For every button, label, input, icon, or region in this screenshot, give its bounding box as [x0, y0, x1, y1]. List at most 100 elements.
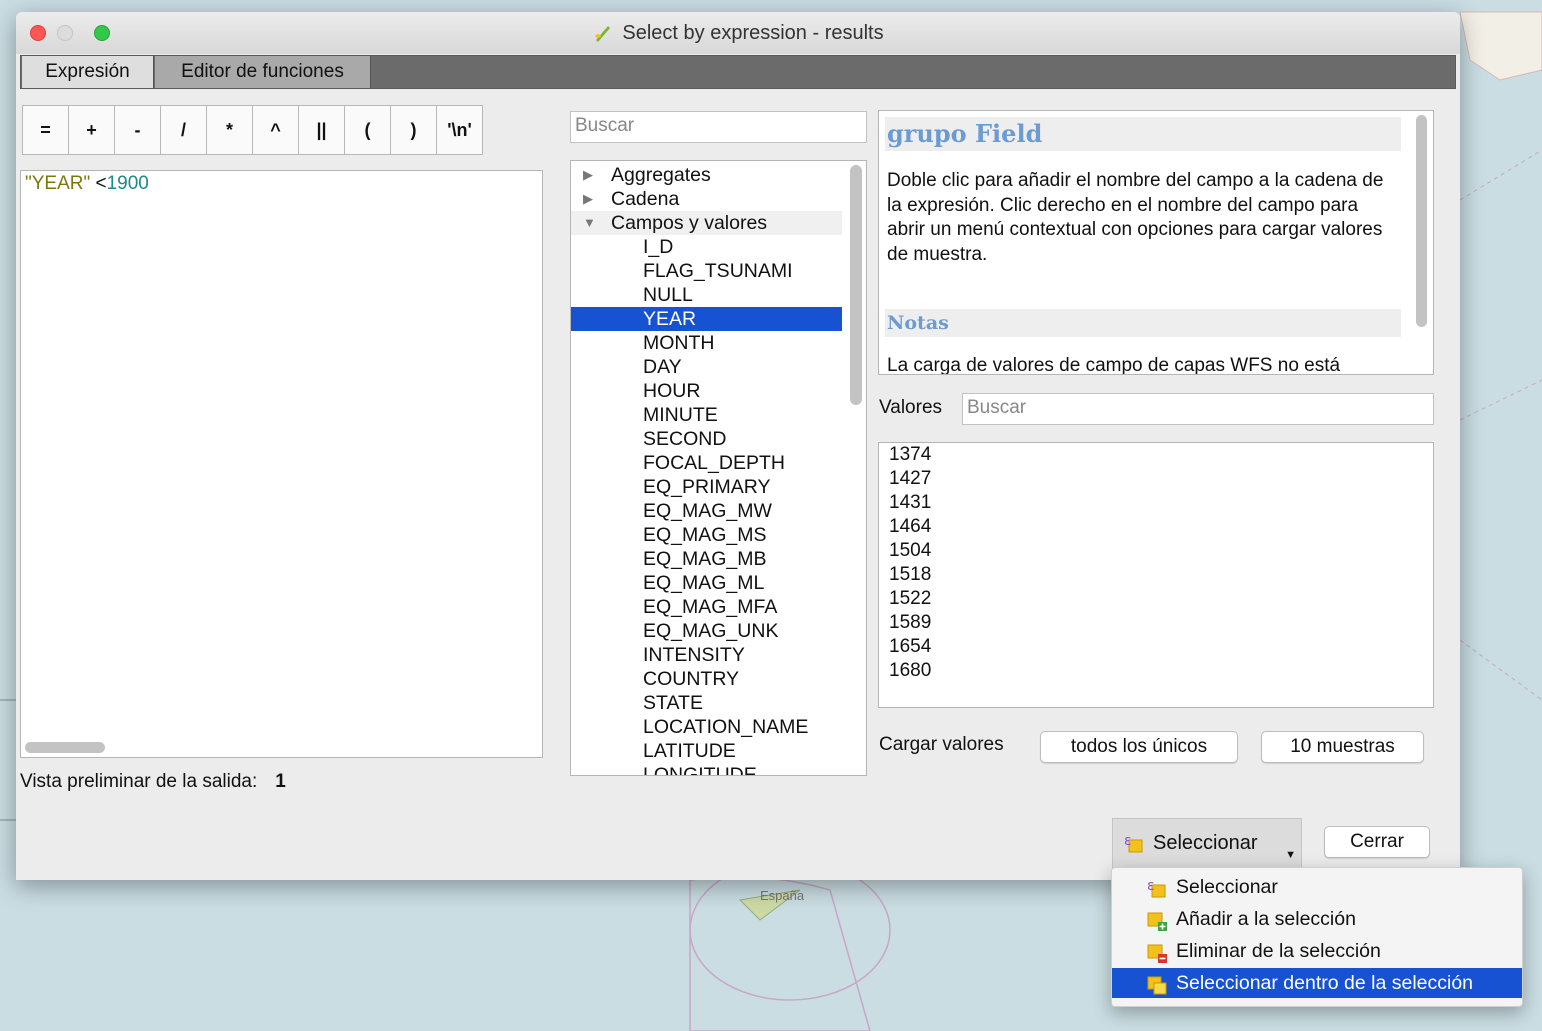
- menu-item-seleccionar[interactable]: ε Seleccionar: [1112, 872, 1522, 902]
- tree-field-item[interactable]: FLAG_TSUNAMI: [571, 259, 842, 283]
- expression-operator: <: [90, 173, 107, 194]
- operator-close-paren-button[interactable]: ): [390, 105, 437, 155]
- tree-field-item[interactable]: EQ_MAG_ML: [571, 571, 842, 595]
- collapsed-arrow-icon[interactable]: ▶: [583, 163, 593, 187]
- select-icon: ε: [1147, 878, 1166, 898]
- title-bar[interactable]: Select by expression - results: [16, 12, 1460, 54]
- add-to-selection-icon: [1147, 912, 1167, 931]
- operator-concat-button[interactable]: ||: [298, 105, 345, 155]
- expression-field: "YEAR": [25, 173, 91, 194]
- expression-text: "YEAR" <1900: [25, 173, 149, 195]
- tree-field-item[interactable]: I_D: [571, 235, 842, 259]
- tree-group-label: Campos y valores: [611, 212, 768, 234]
- help-vertical-scrollbar[interactable]: [1416, 115, 1427, 327]
- svg-text:ε: ε: [1147, 878, 1155, 894]
- help-text: Doble clic para añadir el nombre del cam…: [887, 170, 1384, 265]
- load-all-unique-button[interactable]: todos los únicos: [1040, 731, 1238, 763]
- preview-value: 1: [275, 771, 286, 792]
- tree-field-item[interactable]: LONGITUDE: [571, 763, 842, 775]
- tree-field-item[interactable]: FOCAL_DEPTH: [571, 451, 842, 475]
- operator-minus-button[interactable]: -: [114, 105, 161, 155]
- load-10-samples-button[interactable]: 10 muestras: [1261, 731, 1424, 763]
- remove-from-selection-icon: [1147, 944, 1167, 963]
- value-item[interactable]: 1654: [889, 635, 931, 659]
- select-dropdown-menu: ε Seleccionar Añadir a la selección Elim…: [1111, 867, 1523, 1007]
- help-notes-title: Notas: [885, 309, 1401, 337]
- tree-field-item[interactable]: STATE: [571, 691, 842, 715]
- map-label-espana: España: [760, 888, 805, 903]
- tree-field-item[interactable]: COUNTRY: [571, 667, 842, 691]
- tree-field-item[interactable]: DAY: [571, 355, 842, 379]
- value-item[interactable]: 1427: [889, 467, 931, 491]
- operator-toolbar: = + - / * ^ || ( ) '\n': [22, 105, 502, 155]
- dropdown-arrow-icon[interactable]: ▼: [1285, 849, 1296, 861]
- tree-field-item[interactable]: EQ_MAG_MS: [571, 523, 842, 547]
- value-item[interactable]: 1431: [889, 491, 931, 515]
- tree-field-item[interactable]: LATITUDE: [571, 739, 842, 763]
- tree-field-item[interactable]: MINUTE: [571, 403, 842, 427]
- intersect-selection-icon: [1147, 976, 1167, 995]
- preview-label: Vista preliminar de la salida:: [20, 771, 258, 792]
- tree-group-campos-y-valores[interactable]: ▼ Campos y valores: [571, 211, 842, 235]
- tree-field-item[interactable]: EQ_MAG_MB: [571, 547, 842, 571]
- select-dropdown-button[interactable]: ε Seleccionar ▼: [1112, 818, 1302, 868]
- help-title: grupo Field: [885, 117, 1401, 151]
- help-notes-text: La carga de valores de campo de capas WF…: [887, 355, 1341, 375]
- operator-divide-button[interactable]: /: [160, 105, 207, 155]
- operator-newline-button[interactable]: '\n': [436, 105, 483, 155]
- operator-plus-button[interactable]: +: [68, 105, 115, 155]
- tree-field-item[interactable]: EQ_MAG_MFA: [571, 595, 842, 619]
- value-item[interactable]: 1680: [889, 659, 931, 683]
- expression-number: 1900: [106, 173, 149, 194]
- values-list[interactable]: 1374 1427 1431 1464 1504 1518 1522 1589 …: [878, 442, 1434, 708]
- tab-expresion[interactable]: Expresión: [22, 56, 154, 88]
- value-item[interactable]: 1464: [889, 515, 931, 539]
- tree-field-item[interactable]: INTENSITY: [571, 643, 842, 667]
- window-title: Select by expression - results: [622, 21, 884, 44]
- menu-item-seleccionar-dentro[interactable]: Seleccionar dentro de la selección: [1112, 968, 1522, 998]
- menu-item-label: Seleccionar: [1176, 875, 1278, 898]
- editor-horizontal-scrollbar[interactable]: [25, 742, 105, 753]
- menu-item-anadir-seleccion[interactable]: Añadir a la selección: [1112, 904, 1522, 934]
- menu-item-eliminar-seleccion[interactable]: Eliminar de la selección: [1112, 936, 1522, 966]
- tree-field-item[interactable]: EQ_MAG_MW: [571, 499, 842, 523]
- tab-editor-de-funciones[interactable]: Editor de funciones: [155, 56, 371, 88]
- tree-group-label: Cadena: [611, 188, 680, 210]
- tab-bar: Expresión Editor de funciones: [20, 55, 1456, 89]
- select-by-expression-icon: ε: [1124, 833, 1143, 853]
- expanded-arrow-icon[interactable]: ▼: [583, 211, 596, 235]
- function-tree[interactable]: ▶ Aggregates ▶ Cadena ▼ Campos y valores…: [570, 160, 867, 776]
- tree-field-item[interactable]: MONTH: [571, 331, 842, 355]
- operator-equals-button[interactable]: =: [22, 105, 69, 155]
- close-button[interactable]: Cerrar: [1324, 826, 1430, 858]
- value-item[interactable]: 1374: [889, 443, 931, 467]
- operator-open-paren-button[interactable]: (: [344, 105, 391, 155]
- function-search-input[interactable]: Buscar: [570, 111, 867, 143]
- menu-item-label: Seleccionar dentro de la selección: [1176, 971, 1474, 994]
- tree-field-item-selected[interactable]: YEAR: [571, 307, 842, 331]
- tree-field-item[interactable]: HOUR: [571, 379, 842, 403]
- tree-field-item[interactable]: EQ_MAG_UNK: [571, 619, 842, 643]
- operator-power-button[interactable]: ^: [252, 105, 299, 155]
- tree-group-cadena[interactable]: ▶ Cadena: [571, 187, 842, 211]
- tree-field-item[interactable]: SECOND: [571, 427, 842, 451]
- select-by-expression-dialog: Select by expression - results Expresión…: [16, 12, 1460, 880]
- operator-multiply-button[interactable]: *: [206, 105, 253, 155]
- help-panel: grupo Field Doble clic para añadir el no…: [878, 110, 1434, 375]
- values-label: Valores: [879, 397, 943, 418]
- expression-editor[interactable]: "YEAR" <1900: [20, 170, 543, 758]
- value-item[interactable]: 1518: [889, 563, 931, 587]
- value-item[interactable]: 1589: [889, 611, 931, 635]
- collapsed-arrow-icon[interactable]: ▶: [583, 187, 593, 211]
- tree-field-item[interactable]: NULL: [571, 283, 842, 307]
- tree-vertical-scrollbar[interactable]: [850, 165, 862, 405]
- value-item[interactable]: 1504: [889, 539, 931, 563]
- svg-text:ε: ε: [1124, 833, 1132, 849]
- tree-field-item[interactable]: LOCATION_NAME: [571, 715, 842, 739]
- select-button-label: Seleccionar: [1153, 832, 1258, 854]
- tree-group-label: Aggregates: [611, 164, 711, 186]
- tree-group-aggregates[interactable]: ▶ Aggregates: [571, 163, 842, 187]
- tree-field-item[interactable]: EQ_PRIMARY: [571, 475, 842, 499]
- value-item[interactable]: 1522: [889, 587, 931, 611]
- values-search-input[interactable]: Buscar: [962, 393, 1434, 425]
